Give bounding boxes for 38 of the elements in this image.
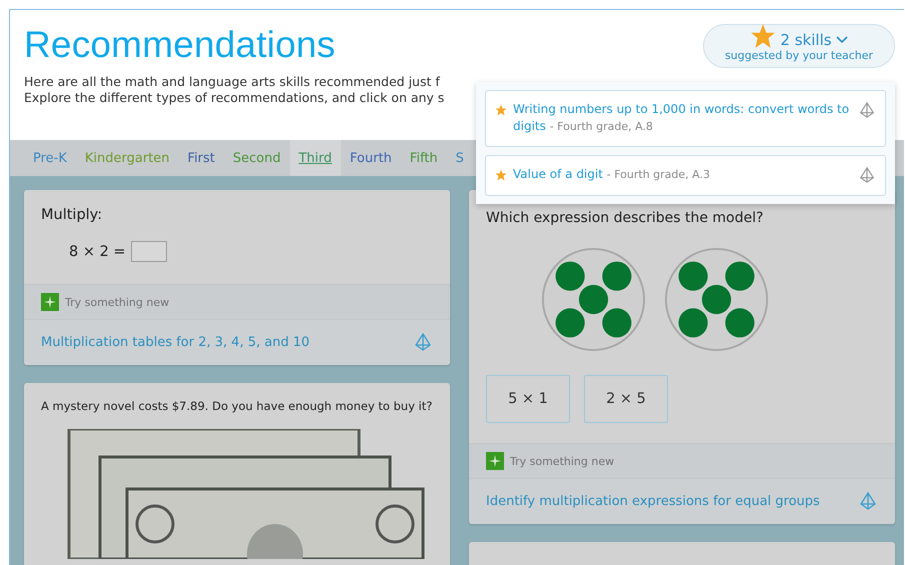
grade-tab[interactable]: Pre-K (24, 140, 76, 176)
grade-tab[interactable]: Fourth (340, 140, 401, 176)
question-text: Multiply: (41, 207, 104, 223)
intro-text: Here are all the math and language arts skills recommended just f (24, 74, 441, 90)
skills-count: 2 skills (780, 30, 832, 48)
skill-link[interactable]: Multiplication tables for 2, 3, 4, 5, and 10 (41, 334, 310, 350)
star-icon (495, 169, 507, 181)
equation-text: 8 × 2 = (69, 244, 126, 260)
grade-tab[interactable]: Fifth (400, 140, 447, 176)
sparkle-icon (41, 293, 59, 311)
grade-tab[interactable]: Third (290, 140, 341, 176)
pyramid-icon (858, 166, 876, 184)
grade-tab[interactable]: First (178, 140, 224, 176)
grade-tab[interactable]: Kindergarten (76, 140, 179, 176)
skill-text: Writing numbers up to 1,000 in words: convert words to digits - Fourth grade, A.8 (513, 101, 850, 135)
grade-tab[interactable]: S (446, 140, 473, 176)
skills-subtitle: suggested by your teacher (724, 48, 874, 62)
pyramid-icon (858, 491, 878, 511)
sparkle-icon (486, 452, 504, 470)
skill-item[interactable]: Writing numbers up to 1,000 in words: convert words to digits - Fourth grade, A.8 (485, 90, 886, 147)
teacher-skills-button[interactable]: 2 skills suggested by your teacher (703, 24, 895, 68)
answer-choice[interactable]: 2 × 5 (584, 375, 668, 423)
pyramid-icon (413, 332, 433, 352)
answer-box[interactable] (130, 241, 167, 262)
question-text: A mystery novel costs $7.89. Do you have enough money to buy it? (41, 399, 433, 413)
tag-label: Try something new (510, 454, 614, 468)
star-icon (495, 104, 507, 116)
page-title: Recommendations (24, 24, 336, 66)
tag-label: Try something new (65, 296, 170, 308)
star-icon (750, 22, 776, 48)
skill-item[interactable]: Value of a digit - Fourth grade, A.3 (485, 155, 886, 196)
skill-link[interactable]: Identify multiplication expressions for equal groups (486, 494, 820, 508)
question-text: Which expression describes the model? (486, 210, 764, 226)
pyramid-icon (858, 101, 876, 119)
answer-choice[interactable]: 5 × 1 (486, 375, 570, 423)
intro-text: Explore the different types of recommendations, and click on any s (24, 90, 446, 106)
skill-text: Value of a digit - Fourth grade, A.3 (513, 166, 711, 183)
grade-tab[interactable]: Second (224, 140, 290, 176)
